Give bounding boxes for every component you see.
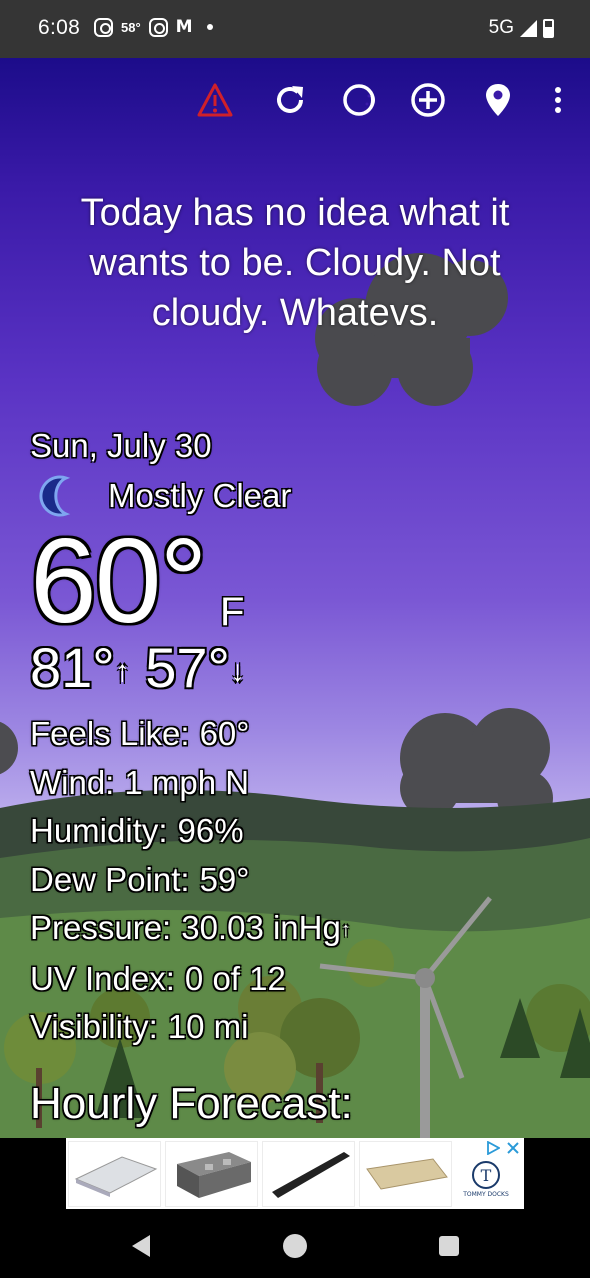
feels-like-label: Feels Like: <box>30 715 190 752</box>
notification-icons: 58° M <box>94 17 213 37</box>
back-icon[interactable] <box>124 1230 156 1262</box>
system-navbar <box>0 1216 590 1278</box>
feels-like-value: 60° <box>199 715 250 752</box>
weather-details: Feels Like: 60° Wind: 1 mph N Humidity: 96%… <box>30 710 351 1052</box>
humidity-row: Humidity: 96% <box>30 807 351 856</box>
recents-icon[interactable] <box>433 1230 465 1262</box>
feels-like-row: Feels Like: 60° <box>30 710 351 759</box>
ad-product-image[interactable] <box>68 1140 161 1207</box>
ad-brand-name: TOMMY DOCKS <box>463 1190 509 1198</box>
pressure-value: 30.03 inHg <box>181 909 341 946</box>
gmail-icon: M <box>175 17 193 37</box>
status-time: 6:08 <box>38 16 81 39</box>
pressure-label: Pressure: <box>30 909 172 946</box>
theme-icon[interactable] <box>339 80 379 120</box>
ad-choices-icon[interactable] <box>486 1141 500 1155</box>
dew-point-value: 59° <box>199 860 250 898</box>
pressure-rising-icon: ↑ <box>340 919 351 942</box>
weather-scene: Today has no idea what it wants to be. C… <box>0 58 590 1138</box>
dew-point-label: Dew Point: <box>30 860 190 898</box>
uv-index-value: 0 of 12 <box>184 959 286 997</box>
visibility-label: Visibility: <box>30 1008 158 1046</box>
pressure-row: Pressure: 30.03 inHg↑ <box>30 904 351 955</box>
status-bar: 6:08 58° M 5G <box>0 0 590 58</box>
dew-point-row: Dew Point: 59° <box>30 856 351 905</box>
location-pin-icon[interactable] <box>478 80 518 120</box>
add-location-icon[interactable] <box>408 80 448 120</box>
wind-value: 1 mph N <box>124 763 250 801</box>
refresh-icon[interactable] <box>270 80 310 120</box>
instagram-icon <box>148 17 168 37</box>
moon-icon <box>39 475 71 517</box>
ad-choices <box>486 1141 520 1155</box>
home-icon[interactable] <box>279 1230 311 1262</box>
system-icons: 5G <box>489 17 554 39</box>
humidity-value: 96% <box>177 812 244 849</box>
svg-text:T: T <box>481 1166 492 1185</box>
current-temperature: 60° <box>30 514 207 648</box>
instagram-icon <box>94 17 113 37</box>
condition-row: Mostly Clear <box>38 474 291 518</box>
uv-index-label: UV Index: <box>30 959 175 997</box>
ad-product-image[interactable] <box>262 1140 355 1207</box>
more-vert-icon[interactable] <box>538 80 578 120</box>
alert-icon[interactable] <box>195 80 235 120</box>
low-temp: 57° <box>145 636 230 699</box>
wind-label: Wind: <box>30 763 115 801</box>
visibility-value: 10 mi <box>167 1008 249 1046</box>
wind-row: Wind: 1 mph N <box>30 759 351 808</box>
battery-icon <box>543 18 554 38</box>
ad-product-image[interactable] <box>359 1140 452 1207</box>
arrow-up-icon: ↑ <box>114 655 130 689</box>
arrow-down-icon: ↓ <box>229 655 245 689</box>
visibility-row: Visibility: 10 mi <box>30 1003 351 1052</box>
high-low: 81°↑ 57°↓ <box>30 638 245 702</box>
uv-index-row: UV Index: 0 of 12 <box>30 955 351 1004</box>
network-type: 5G <box>488 17 514 38</box>
high-temp: 81° <box>30 636 115 699</box>
signal-icon <box>520 19 537 37</box>
ad-product-image[interactable] <box>165 1140 258 1207</box>
toolbar <box>0 80 590 120</box>
ad-banner-area: T TOMMY DOCKS <box>0 1138 590 1216</box>
tagline: Today has no idea what it wants to be. C… <box>80 192 510 334</box>
dot-icon <box>206 24 213 30</box>
status-temp: 58° <box>121 19 141 35</box>
humidity-label: Humidity: <box>30 812 168 849</box>
ad-banner[interactable]: T TOMMY DOCKS <box>66 1138 524 1209</box>
hourly-forecast-heading: Hourly Forecast: <box>30 1079 353 1128</box>
condition-label: Mostly Clear <box>108 477 292 514</box>
date-label: Sun, July 30 <box>30 427 212 464</box>
close-icon[interactable] <box>506 1141 520 1155</box>
temperature-unit: F <box>220 590 245 634</box>
